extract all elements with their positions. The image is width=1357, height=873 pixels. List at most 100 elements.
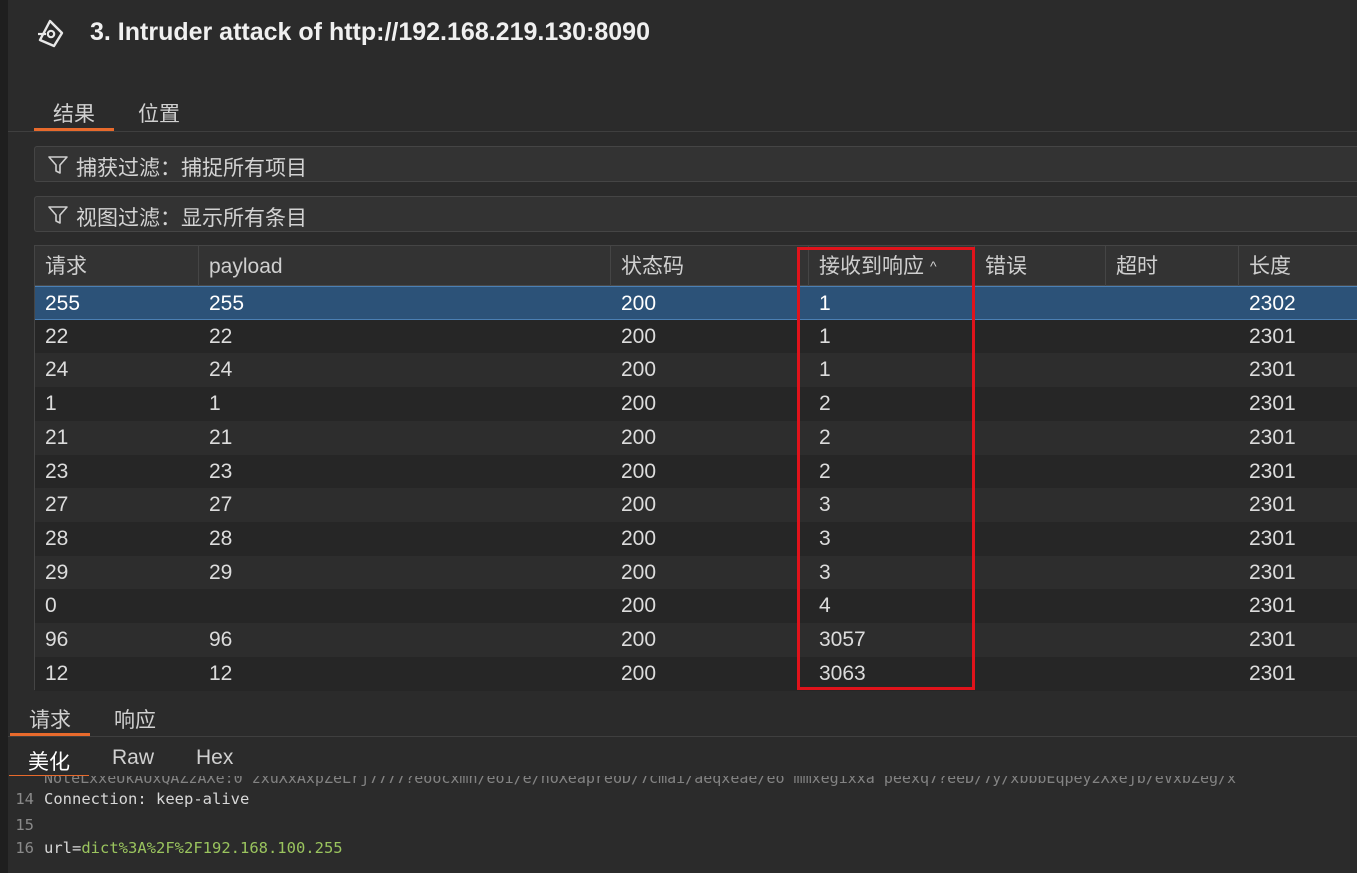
cell-request: 0 [45,594,57,618]
cell-request: 23 [45,459,69,483]
cell-status: 200 [621,425,657,449]
table-row[interactable]: 29 29 200 3 2301 [35,555,1357,590]
cell-response-received: 3 [819,493,831,517]
column-header-status[interactable]: 状态码 [611,246,809,286]
burp-intruder-icon [38,19,64,48]
header-key: Connection [44,790,138,808]
cell-error [975,287,985,321]
cell-status: 200 [621,560,657,584]
sort-ascending-icon: ^ [930,258,937,274]
header-value: keep-alive [156,790,250,808]
cell-timeout [1106,623,1116,657]
column-header-payload[interactable]: payload [199,246,611,286]
title-bar: 3. Intruder attack of http://192.168.219… [8,0,1357,70]
cell-response-received: 3063 [819,661,866,685]
separator: = [72,839,82,857]
tab-positions[interactable]: 位置 [119,98,199,131]
cell-length: 2301 [1249,661,1296,685]
cell-length: 2301 [1249,324,1296,348]
cell-timeout [1106,657,1116,691]
table-row[interactable]: 0 200 4 2301 [35,589,1357,624]
cell-response-received: 1 [819,358,831,382]
cell-request: 24 [45,358,69,382]
param-key: url [44,839,72,857]
request-editor[interactable]: NoteLxxeUkAUxQAZzAXe:0 zxuXxAxpZeLrj7777… [8,776,1357,873]
cell-payload: 24 [209,358,233,382]
cell-status: 200 [621,459,657,483]
cell-response-received: 2 [819,459,831,483]
cell-payload: 96 [209,628,233,651]
table-row[interactable]: 23 23 200 2 2301 [35,454,1357,489]
window-title: 3. Intruder attack of http://192.168.219… [90,18,650,46]
tab-request[interactable]: 请求 [10,704,90,736]
cell-error [975,455,985,489]
cell-request: 1 [45,392,57,416]
results-table: 请求 payload 状态码 接收到响应 ^ 错误 超时 长度 255 255 200… [34,245,1357,691]
cell-length: 2301 [1249,459,1296,483]
cell-error [975,353,985,387]
table-row[interactable]: 22 22 200 1 2301 [35,319,1357,354]
cell-request: 22 [45,324,69,348]
column-header-length[interactable]: 长度 [1239,246,1357,286]
cell-request: 255 [45,292,81,315]
tab-hex[interactable]: Hex [177,746,252,778]
tab-raw[interactable]: Raw [93,746,173,778]
cell-timeout [1106,353,1116,387]
left-edge-strip [0,0,8,873]
editor-line: 14 Connection: keep-alive [8,790,249,814]
cell-length: 2301 [1249,560,1296,584]
editor-line: 16 url=dict%3A%2F%2F192.168.100.255 [8,839,343,863]
cell-timeout [1106,287,1116,321]
cell-timeout [1106,522,1116,556]
column-header-error[interactable]: 错误 [975,246,1106,286]
cell-timeout [1106,556,1116,590]
table-row[interactable]: 1 1 200 2 2301 [35,387,1357,422]
cell-response-received: 1 [819,324,831,348]
cell-timeout [1106,488,1116,522]
cell-error [975,488,985,522]
capture-filter-label: 捕获过滤：捕捉所有项目 [76,157,307,180]
cell-payload: 1 [209,392,221,416]
cell-request: 12 [45,661,69,685]
line-number: 15 [15,816,34,834]
cell-status: 200 [621,392,657,416]
cell-length: 2301 [1249,493,1296,517]
cell-request: 96 [45,628,69,651]
tab-response[interactable]: 响应 [95,704,175,736]
cell-payload: 23 [209,459,233,483]
cell-request: 21 [45,425,69,449]
separator: : [137,790,156,808]
table-row[interactable]: 27 27 200 3 2301 [35,488,1357,523]
cell-timeout [1106,421,1116,455]
table-row[interactable]: 255 255 200 1 2302 [35,286,1357,320]
cell-length: 2301 [1249,594,1296,618]
capture-filter-bar[interactable]: 捕获过滤：捕捉所有项目 [34,146,1357,182]
cell-response-received: 3057 [819,628,866,651]
cell-status: 200 [621,358,657,382]
table-row[interactable]: 28 28 200 3 2301 [35,521,1357,556]
message-tabs: 请求 响应 [8,699,1357,737]
cell-length: 2301 [1249,392,1296,416]
cell-error [975,522,985,556]
cell-status: 200 [621,526,657,550]
cell-status: 200 [621,493,657,517]
cell-status: 200 [621,628,657,651]
column-header-request[interactable]: 请求 [35,246,199,286]
table-row[interactable]: 24 24 200 1 2301 [35,353,1357,388]
param-value: dict%3A%2F%2F192.168.100.255 [81,839,343,857]
table-row[interactable]: 12 12 200 3063 2301 [35,656,1357,691]
tab-pretty[interactable]: 美化 [9,746,89,778]
table-row[interactable]: 21 21 200 2 2301 [35,420,1357,455]
tab-results[interactable]: 结果 [34,98,114,131]
view-filter-bar[interactable]: 视图过滤：显示所有条目 [34,196,1357,232]
table-row[interactable]: 96 96 200 3057 2301 [35,623,1357,657]
cell-payload: 28 [209,526,233,550]
results-tabs: 结果 位置 [8,92,1357,132]
column-header-response-received[interactable]: 接收到响应 ^ [809,246,975,286]
cell-request: 29 [45,560,69,584]
line-number: 14 [15,790,34,808]
editor-view-tabs: 美化 Raw Hex [8,740,1357,778]
cell-payload: 12 [209,661,233,685]
cell-error [975,623,985,657]
column-header-timeout[interactable]: 超时 [1106,246,1239,286]
